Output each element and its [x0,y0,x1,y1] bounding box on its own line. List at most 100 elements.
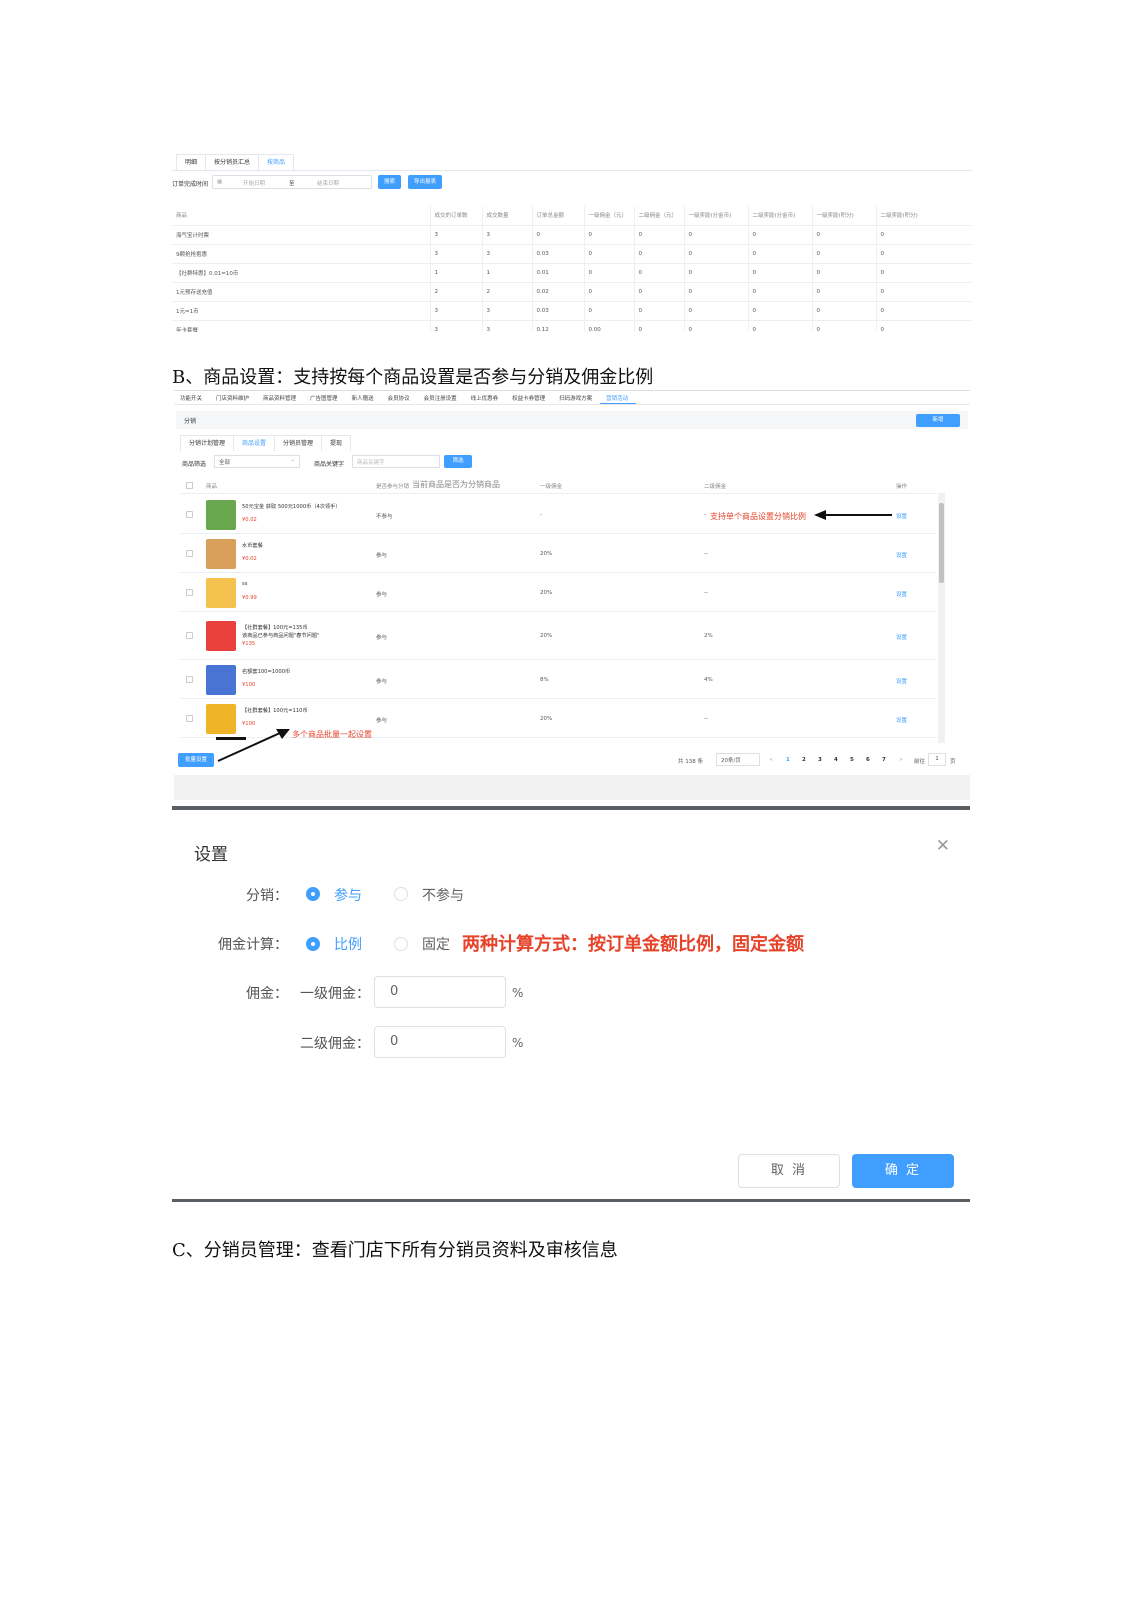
table-cell: 0 [684,225,749,245]
settings-dialog: 设置 ✕ 分销： 参与 不参与 佣金计算： 比例 固定 两种计算方式：按订单金额… [172,806,970,1202]
page-number[interactable]: 4 [834,757,838,763]
report-col-header: 二级奖励(分金币) [748,206,813,226]
next-page-button[interactable]: › [900,757,902,763]
table-cell: 0 [584,301,635,321]
table-row: 1元=1币 3 3 0.03 0 0 0 0 0 0 [172,301,972,321]
search-button[interactable]: 搜索 [378,175,402,189]
report-col-header: 一级奖励(积分) [812,206,877,226]
sub-tab[interactable]: 分销员管理 [274,435,323,451]
table-cell: 0 [876,282,972,302]
nav-item[interactable]: 商品资料管理 [257,391,304,404]
tab-by-distributor[interactable]: 按分销员汇总 [205,154,260,170]
level1-commission-input[interactable]: 0 [374,976,506,1008]
product-table-header: 商品 是否参与分销 当前商品是否为分销商品 一级佣金 二级佣金 操作 [180,477,936,494]
row-checkbox[interactable] [186,676,193,683]
table-cell: 0 [876,301,972,321]
level1-unit: % [512,986,524,1000]
chevron-down-icon: ⌄ [290,457,295,463]
report-col-header: 商品 [172,206,431,226]
table-cell: 3 [430,225,483,245]
set-link[interactable]: 设置 [896,633,907,641]
product-filter-select[interactable]: 全部 ⌄ [214,455,300,468]
set-link[interactable]: 设置 [896,716,907,724]
fixed-label[interactable]: 固定 [422,934,450,954]
table-cell: 0 [876,320,972,332]
table-row: 【社群特惠】0.01=10币 1 1 0.01 0 0 0 0 0 0 [172,263,972,283]
not-participate-label[interactable]: 不参与 [422,885,464,905]
table-cell: 0 [684,282,749,302]
export-button[interactable]: 导出报表 [408,175,443,189]
row-checkbox[interactable] [186,511,193,518]
row-checkbox[interactable] [186,550,193,557]
nav-item[interactable]: 扫码游戏方案 [553,391,600,404]
dialog-title: 设置 [194,845,228,865]
page-number[interactable]: 6 [866,757,870,763]
tab-detail[interactable]: 明细 [176,154,207,170]
report-table: 商品 成交的订单数 成交数量 订单总金额 一级佣金（元） 二级佣金（元） 一级奖励(分金币)… [172,206,972,332]
page-number[interactable]: 3 [818,757,822,763]
cancel-button[interactable]: 取 消 [738,1154,840,1188]
add-button[interactable]: 新增 [916,414,960,427]
keyword-input[interactable]: 商品关键字 [352,455,440,468]
window-bottom-bar [174,775,970,800]
breadcrumb: 分销 新增 [176,411,968,429]
select-all-checkbox[interactable] [186,482,193,489]
close-icon[interactable]: ✕ [936,836,950,856]
product-thumbnail [206,578,236,608]
nav-item[interactable]: 广告图管理 [304,391,346,404]
nav-item[interactable]: 新人赠送 [346,391,382,404]
table-cell: 0 [634,320,685,332]
ratio-radio[interactable] [306,937,320,951]
prev-page-button[interactable]: ‹ [770,757,772,763]
table-cell: 0 [634,244,685,264]
sub-tab[interactable]: 提现 [321,435,352,451]
page-size-select[interactable]: 20条/页 [716,753,760,766]
nav-item[interactable]: 功能开关 [174,391,210,404]
table-cell: 0 [634,282,685,302]
goto-page-input[interactable]: 1 [928,753,946,766]
row-checkbox[interactable] [186,715,193,722]
table-cell: 0 [684,320,749,332]
participate-label[interactable]: 参与 [334,885,362,905]
batch-set-button[interactable]: 批量设置 [178,753,214,767]
filter-button[interactable]: 筛选 [444,455,472,468]
page-number[interactable]: 5 [850,757,854,763]
scroll-thumb[interactable] [939,503,944,583]
date-range-picker[interactable]: ▦ 开始日期 至 结束日期 [212,175,372,189]
col-product: 商品 [206,484,218,490]
table-row: 年卡套餐 3 3 0.12 0.00 0 0 0 0 0 [172,320,972,332]
commission-label: 佣金： [246,986,288,1002]
table-cell: 0 [584,263,635,283]
nav-item[interactable]: 会员协议 [382,391,418,404]
fixed-radio[interactable] [394,937,408,951]
table-cell: 0 [812,282,877,302]
confirm-button[interactable]: 确 定 [852,1154,954,1188]
row-checkbox[interactable] [186,589,193,596]
not-participate-radio[interactable] [394,887,408,901]
sub-tab[interactable]: 分销计划管理 [180,435,235,451]
ratio-label[interactable]: 比例 [334,934,362,954]
nav-item[interactable]: 门店资料维护 [210,391,257,404]
set-link[interactable]: 设置 [896,551,907,559]
table-cell: 0 [748,263,813,283]
nav-item[interactable]: 线上优惠券 [465,391,507,404]
set-link[interactable]: 设置 [896,590,907,598]
report-col-header: 订单总金额 [532,206,585,226]
page-number[interactable]: 2 [802,757,806,763]
table-cell: 0 [684,263,749,283]
row-checkbox[interactable] [186,632,193,639]
set-link[interactable]: 设置 [896,512,907,520]
tab-by-product[interactable]: 按商品 [258,154,295,170]
set-link[interactable]: 设置 [896,677,907,685]
sub-tab[interactable]: 商品设置 [233,435,276,451]
nav-item[interactable]: 会员注册设置 [418,391,465,404]
product-price: ¥0.02 [242,556,257,562]
page-number[interactable]: 1 [786,757,790,763]
level2-commission-input[interactable]: 0 [374,1026,506,1058]
page-number[interactable]: 7 [882,757,886,763]
nav-item[interactable]: 权益卡券管理 [506,391,553,404]
report-col-header: 一级奖励(分金币) [684,206,749,226]
nav-item[interactable]: 营销活动 [600,391,637,404]
table-cell: 3 [430,301,483,321]
participate-radio[interactable] [306,887,320,901]
